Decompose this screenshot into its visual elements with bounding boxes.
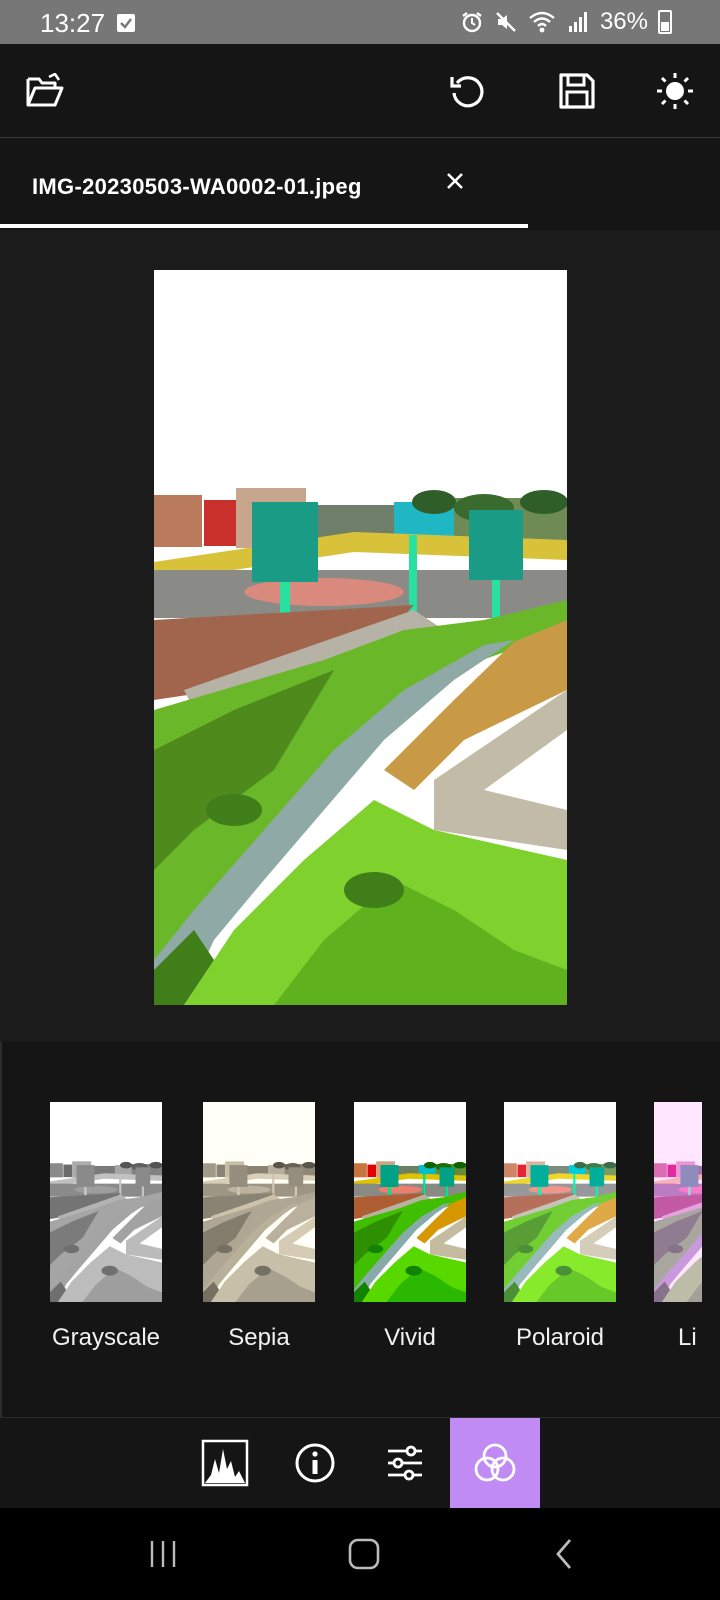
tab-bar: IMG-20230503-WA0002-01.jpeg (0, 138, 720, 230)
info-icon[interactable] (270, 1418, 360, 1508)
open-folder-icon[interactable] (20, 66, 70, 116)
filter-sepia[interactable]: Sepia (203, 1102, 315, 1351)
brightness-icon[interactable] (650, 66, 700, 116)
tab-image-file[interactable]: IMG-20230503-WA0002-01.jpeg (0, 138, 528, 230)
save-icon[interactable] (552, 66, 602, 116)
battery-percent: 36% (599, 8, 648, 35)
filter-thumbnail (203, 1102, 315, 1302)
undo-icon[interactable] (443, 66, 493, 116)
checkbox-notification-icon (117, 14, 135, 32)
status-bar: 13:27 36% (0, 0, 720, 44)
bottom-tool-bar (0, 1418, 720, 1508)
filter-label: Polaroid (515, 1324, 605, 1351)
status-icons: 36% (460, 8, 672, 36)
tab-filename: IMG-20230503-WA0002-01.jpeg (32, 174, 362, 199)
alarm-icon (462, 12, 482, 33)
photo-preview[interactable] (154, 270, 567, 1005)
filter-thumbnail (354, 1102, 466, 1302)
top-toolbar (0, 44, 720, 138)
image-preview-area (0, 230, 720, 1042)
back-icon[interactable] (540, 1534, 590, 1574)
filter-thumbnail (50, 1102, 162, 1302)
filter-polaroid[interactable]: Polaroid (504, 1102, 616, 1351)
battery-icon (658, 10, 672, 34)
system-nav-bar (0, 1508, 720, 1600)
tab-active-indicator (0, 224, 528, 228)
filter-strip: Grayscale Sepia Vivid Polaroid Li (0, 1042, 720, 1418)
adjustments-icon[interactable] (360, 1418, 450, 1508)
filter-vivid[interactable]: Vivid (354, 1102, 466, 1351)
recents-icon[interactable] (138, 1534, 188, 1574)
filter-grayscale[interactable]: Grayscale (50, 1102, 162, 1351)
mute-icon (496, 12, 516, 32)
filter-label: Li (678, 1324, 697, 1351)
signal-icon (568, 12, 587, 32)
status-time: 13:27 (40, 8, 106, 38)
filters-icon[interactable] (450, 1418, 540, 1508)
filter-thumbnail (654, 1102, 702, 1302)
home-icon[interactable] (339, 1534, 389, 1574)
filter-partial[interactable]: Li (654, 1102, 702, 1351)
wifi-icon (529, 11, 555, 33)
close-icon[interactable] (440, 166, 470, 196)
histogram-icon[interactable] (180, 1418, 270, 1508)
filter-thumbnail (504, 1102, 616, 1302)
